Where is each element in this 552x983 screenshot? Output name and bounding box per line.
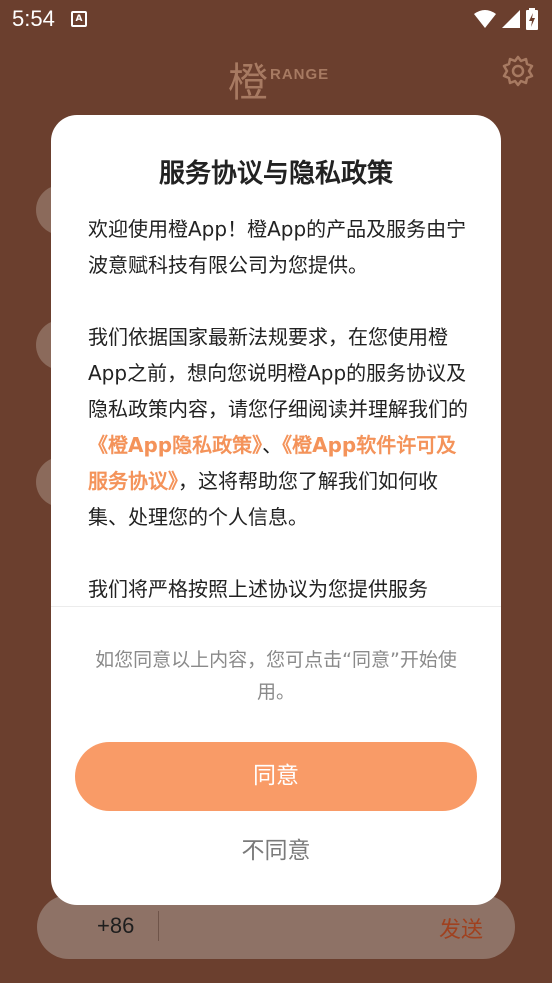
agree-button[interactable]: 同意 xyxy=(75,742,477,811)
battery-icon xyxy=(526,8,538,30)
status-bar: 5:54 A xyxy=(0,0,552,38)
commitment-paragraph: 我们将严格按照上述协议为您提供服务 xyxy=(88,577,428,601)
privacy-policy-link[interactable]: 《橙App隐私政策》 xyxy=(88,433,262,457)
dialog-title: 服务协议与隐私政策 xyxy=(158,159,393,189)
app-logo-text: RANGE xyxy=(270,66,330,83)
send-code-button[interactable]: 发送 xyxy=(439,912,483,944)
agreement-dialog: 服务协议与隐私政策 欢迎使用橙App！橙App的产品及服务由宁波意赋科技有限公司… xyxy=(51,115,501,905)
intro-paragraph: 欢迎使用橙App！橙App的产品及服务由宁波意赋科技有限公司为您提供。 xyxy=(88,217,467,277)
dialog-body[interactable]: 欢迎使用橙App！橙App的产品及服务由宁波意赋科技有限公司为您提供。 我们依据… xyxy=(88,211,468,606)
gear-icon[interactable] xyxy=(502,55,534,87)
disagree-button[interactable]: 不同意 xyxy=(51,831,501,865)
divider xyxy=(51,606,501,607)
signal-icon xyxy=(502,10,520,28)
wifi-icon xyxy=(474,10,496,28)
separator-text: 、 xyxy=(262,433,283,457)
policy-text: 我们依据国家最新法规要求，在您使用橙App之前，想向您说明橙App的服务协议及隐… xyxy=(88,325,468,421)
country-code[interactable]: +86 xyxy=(97,913,134,939)
status-icons xyxy=(474,8,538,30)
divider xyxy=(158,911,159,941)
notification-icon: A xyxy=(71,11,87,27)
policy-paragraph: 我们依据国家最新法规要求，在您使用橙App之前，想向您说明橙App的服务协议及隐… xyxy=(88,319,468,535)
consent-note: 如您同意以上内容，您可点击“同意”开始使用。 xyxy=(95,649,457,703)
app-logo: 橙 xyxy=(228,60,268,106)
status-time: 5:54 xyxy=(12,6,55,31)
